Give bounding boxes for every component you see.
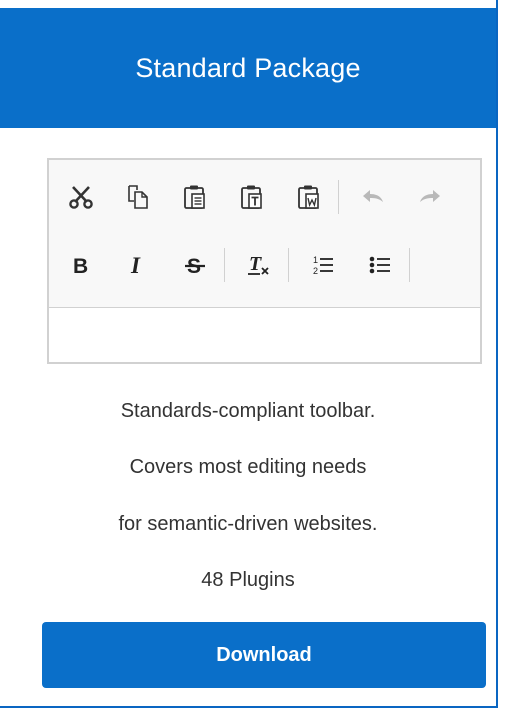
italic-icon: I	[130, 253, 141, 278]
editor-toolbar: B I S T 1 2	[49, 160, 480, 308]
undo-button[interactable]	[353, 177, 393, 217]
remove-format-icon: T	[248, 253, 269, 275]
paste-text-icon	[241, 185, 262, 209]
svg-text:B: B	[73, 255, 88, 278]
description-line-1: Standards-compliant toolbar.	[120, 400, 376, 422]
paste-button[interactable]	[175, 177, 215, 217]
italic-button[interactable]: I	[118, 245, 158, 285]
paste-word-icon	[298, 185, 319, 209]
numbered-list-button[interactable]: 1 2	[303, 245, 343, 285]
package-card: Standard Package B I S T 1 2 Standards-c…	[0, 0, 498, 708]
paste-word-button[interactable]	[289, 177, 329, 217]
numbered-list-icon: 1 2	[313, 255, 333, 276]
strike-icon: S	[185, 255, 205, 278]
svg-text:I: I	[130, 253, 141, 278]
toolbar-separator	[288, 248, 289, 282]
svg-text:2: 2	[313, 266, 318, 276]
card-header: Standard Package	[0, 8, 496, 128]
strike-button[interactable]: S	[175, 245, 215, 285]
bulleted-list-icon	[369, 256, 390, 274]
cut-icon	[69, 186, 93, 209]
toolbar-row-2: B I S T 1 2	[61, 240, 424, 290]
plugin-count: 48 Plugins	[201, 569, 295, 591]
redo-icon	[420, 190, 440, 202]
svg-text:T: T	[249, 253, 262, 275]
toolbar-separator	[338, 180, 339, 214]
cut-button[interactable]	[61, 177, 101, 217]
toolbar-row-1	[61, 172, 467, 222]
toolbar-separator	[224, 248, 225, 282]
copy-button[interactable]	[118, 177, 158, 217]
editor-preview: B I S T 1 2	[47, 158, 482, 364]
download-button[interactable]: Download	[42, 622, 486, 688]
paste-icon	[184, 185, 205, 209]
redo-button[interactable]	[410, 177, 450, 217]
remove-format-button[interactable]: T	[239, 245, 279, 285]
bold-button[interactable]: B	[61, 245, 101, 285]
editor-content-area[interactable]	[49, 308, 480, 362]
toolbar-separator	[409, 248, 410, 282]
package-title: Standard Package	[135, 52, 361, 83]
description-line-3: for semantic-driven websites.	[118, 513, 378, 535]
undo-icon	[363, 190, 383, 202]
description-line-2: Covers most editing needs	[129, 456, 367, 478]
bulleted-list-button[interactable]	[360, 245, 400, 285]
bold-icon: B	[73, 255, 88, 278]
paste-text-button[interactable]	[232, 177, 272, 217]
svg-text:1: 1	[313, 255, 318, 265]
copy-icon	[128, 185, 148, 209]
